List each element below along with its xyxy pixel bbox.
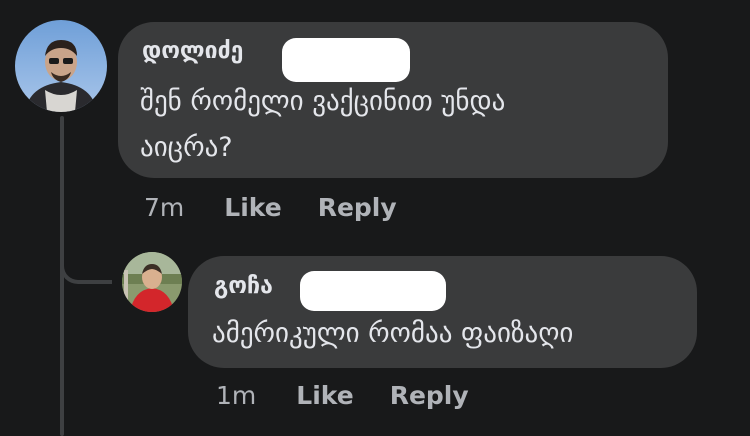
reply-connector-curve	[60, 228, 112, 284]
reply-button[interactable]: Reply	[318, 193, 397, 222]
comment-author[interactable]: დოლიძე	[142, 40, 243, 63]
avatar[interactable]	[15, 20, 107, 112]
avatar[interactable]	[122, 252, 182, 312]
comment-timestamp[interactable]: 1m	[216, 381, 256, 410]
comment-thread: დოლიძე შენ რომელი ვაქცინით უნდა აიცრა? 7…	[0, 0, 750, 436]
like-button[interactable]: Like	[296, 381, 353, 410]
comment-timestamp[interactable]: 7m	[144, 193, 184, 222]
comment-actions: 1m Like Reply	[216, 381, 505, 410]
comment-author[interactable]: გოჩა	[214, 275, 273, 298]
comment-text: შენ რომელი ვაქცინით უნდა	[140, 86, 506, 117]
comment-text: ამერიკული რომაა ფაიზაღი	[212, 318, 574, 349]
reply-button[interactable]: Reply	[390, 381, 469, 410]
like-button[interactable]: Like	[224, 193, 281, 222]
redacted-name	[300, 271, 446, 311]
comment-text: აიცრა?	[140, 132, 233, 163]
comment-actions: 7m Like Reply	[144, 193, 433, 222]
redacted-name	[282, 38, 410, 82]
